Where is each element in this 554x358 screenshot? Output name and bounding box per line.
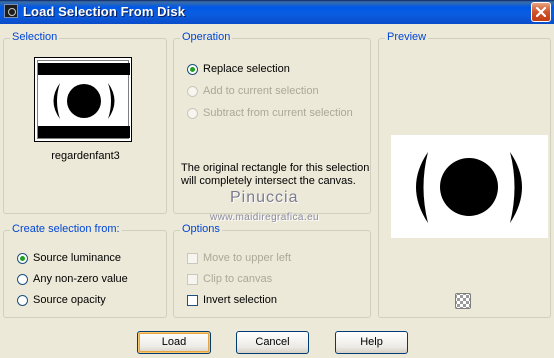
operation-group: Operation Replace selection Add to curre… xyxy=(173,31,371,214)
replace-selection-label: Replace selection xyxy=(203,63,290,75)
cancel-button-label: Cancel xyxy=(255,336,290,348)
create-selection-from-group: Create selection from: Source luminance … xyxy=(3,223,167,318)
selection-thumbnail[interactable] xyxy=(34,57,132,142)
radio-indicator[interactable] xyxy=(187,63,198,75)
any-non-zero-label: Any non-zero value xyxy=(33,273,128,285)
options-group: Options Move to upper left Clip to canva… xyxy=(173,223,371,318)
radio-indicator[interactable] xyxy=(17,273,28,285)
preview-shape-image xyxy=(416,152,522,223)
operation-info: The original rectangle for this selectio… xyxy=(181,162,371,188)
move-to-upper-left-label: Move to upper left xyxy=(203,252,292,264)
close-button[interactable] xyxy=(531,2,551,22)
window-title: Load Selection From Disk xyxy=(23,4,186,19)
add-to-selection-radio: Add to current selection xyxy=(187,83,319,99)
move-to-upper-left-checkbox: Move to upper left xyxy=(187,250,291,266)
preview-group-label: Preview xyxy=(385,31,429,43)
selection-shape-image xyxy=(38,63,130,138)
operation-group-label: Operation xyxy=(180,31,233,43)
subtract-from-selection-label: Subtract from current selection xyxy=(203,107,353,119)
preview-group: Preview xyxy=(378,31,551,318)
radio-indicator[interactable] xyxy=(17,294,28,306)
checkbox-indicator[interactable] xyxy=(187,294,198,306)
source-luminance-radio[interactable]: Source luminance xyxy=(17,250,121,266)
options-group-label: Options xyxy=(180,223,222,235)
cancel-button[interactable]: Cancel xyxy=(236,331,309,354)
load-button-label: Load xyxy=(161,336,187,348)
create-selection-from-label: Create selection from: xyxy=(10,223,122,235)
help-button-label: Help xyxy=(360,336,383,348)
radio-indicator xyxy=(187,107,198,119)
source-luminance-label: Source luminance xyxy=(33,252,122,264)
source-opacity-label: Source opacity xyxy=(33,294,106,306)
radio-indicator[interactable] xyxy=(17,252,28,264)
any-non-zero-radio[interactable]: Any non-zero value xyxy=(17,271,128,287)
clip-to-canvas-checkbox: Clip to canvas xyxy=(187,271,272,287)
checkbox-indicator xyxy=(187,252,198,264)
selection-group-label: Selection xyxy=(10,31,60,43)
transparency-toggle-button[interactable] xyxy=(455,293,471,309)
close-icon xyxy=(536,7,546,17)
operation-info-line1: The original rectangle for this selectio… xyxy=(181,162,370,174)
watermark-site: www.maidiregrafica.eu xyxy=(210,212,319,223)
load-button[interactable]: Load xyxy=(137,331,211,354)
selection-group: Selection regardenfant3 xyxy=(3,31,167,214)
invert-selection-label: Invert selection xyxy=(203,294,277,306)
preview-canvas xyxy=(391,135,548,238)
subtract-from-selection-radio: Subtract from current selection xyxy=(187,105,353,121)
selection-name: regardenfant3 xyxy=(51,150,120,162)
clip-to-canvas-label: Clip to canvas xyxy=(203,273,273,285)
title-bar[interactable]: Load Selection From Disk xyxy=(0,0,554,24)
source-opacity-radio[interactable]: Source opacity xyxy=(17,292,106,308)
radio-indicator xyxy=(187,85,198,97)
operation-info-line2: will completely intersect the canvas. xyxy=(181,175,356,187)
replace-selection-radio[interactable]: Replace selection xyxy=(187,61,290,77)
add-to-selection-label: Add to current selection xyxy=(203,85,319,97)
invert-selection-checkbox[interactable]: Invert selection xyxy=(187,292,277,308)
app-icon xyxy=(4,4,18,18)
dialog-window: Load Selection From Disk Selection regar… xyxy=(0,0,554,358)
help-button[interactable]: Help xyxy=(335,331,408,354)
watermark-name: Pinuccia xyxy=(230,189,299,206)
checkbox-indicator xyxy=(187,273,198,285)
